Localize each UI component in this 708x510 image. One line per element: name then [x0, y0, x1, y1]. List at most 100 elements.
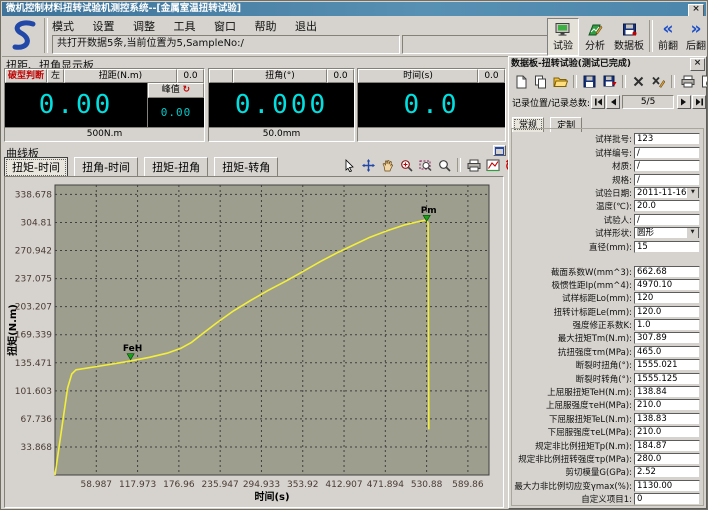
cursor-icon[interactable] [341, 157, 358, 173]
save-as-icon[interactable] [601, 74, 618, 90]
field-input[interactable]: 2.52 [634, 466, 700, 478]
menu-item-mode[interactable]: 模式 [52, 20, 74, 33]
menu-item-tools[interactable]: 工具 [174, 20, 196, 33]
menu-item-help[interactable]: 帮助 [255, 20, 277, 33]
field-value: 120 [637, 293, 699, 303]
print-icon[interactable] [465, 157, 482, 173]
field-input[interactable]: 1.0 [634, 319, 700, 331]
field-value: 2011-11-16 [637, 188, 686, 198]
toolbar-button-test[interactable]: 试验 [547, 18, 579, 56]
field-input[interactable]: 210.0 [634, 399, 700, 411]
field-input[interactable]: 123 [634, 133, 700, 145]
zoom-out-icon[interactable] [436, 157, 453, 173]
peak-header[interactable]: 峰值 ↻ [148, 83, 204, 98]
peak-value-display: 0.00 [148, 98, 204, 127]
tab-torque-angle[interactable]: 扭矩-扭角 [144, 157, 208, 178]
field-input[interactable]: 120 [634, 292, 700, 304]
field-input[interactable]: 1555.021 [634, 359, 700, 371]
field-input[interactable]: 20.0 [634, 200, 700, 212]
field-input[interactable]: 138.84 [634, 386, 700, 398]
print-preview-icon[interactable] [699, 74, 708, 90]
field-label: 试验日期: [512, 187, 634, 199]
toolbar-button-databoard[interactable]: 数据板 [608, 18, 650, 56]
field-label: 抗扭强度τm(MPa): [512, 346, 634, 358]
field-input[interactable]: 662.68 [634, 266, 700, 278]
field-input[interactable]: / [634, 160, 700, 172]
torque-display-panel: 破型判断 左 扭距(N.m) 0.0 0.00 峰值 ↻ 0.00 500N.m [4, 68, 205, 142]
field-input[interactable]: / [634, 214, 700, 226]
window-close-button[interactable]: × [688, 4, 704, 17]
left-direction-button[interactable]: 左 [47, 69, 64, 83]
field-value: 120.0 [637, 307, 699, 317]
open-folder-icon[interactable] [552, 74, 569, 90]
first-record-button[interactable] [591, 95, 605, 109]
field-input[interactable]: 280.0 [634, 453, 700, 465]
field-input[interactable]: / [634, 174, 700, 186]
chart-area[interactable]: 58.987117.973176.96235.947294.933353.924… [4, 176, 504, 508]
field-input[interactable]: 307.89 [634, 332, 700, 344]
field-input[interactable]: 120.0 [634, 306, 700, 318]
field-row: 试样形状:圆形▼ [512, 227, 703, 239]
field-input[interactable]: 1555.125 [634, 373, 700, 385]
menu-item-window[interactable]: 窗口 [214, 20, 236, 33]
toolbar-button-next-page[interactable]: » 后翻 [681, 18, 708, 56]
time-range-label [358, 127, 505, 141]
field-input[interactable]: 138.83 [634, 413, 700, 425]
tab-angle-time[interactable]: 扭角-时间 [74, 157, 138, 178]
prev-record-button[interactable] [606, 95, 620, 109]
field-value: / [637, 148, 699, 158]
toolbar-button-prev-page[interactable]: « 前翻 [653, 18, 683, 56]
dropdown-arrow-icon[interactable]: ▼ [686, 187, 699, 199]
field-label: 试样批号: [512, 133, 634, 145]
curve-style-icon[interactable] [484, 157, 501, 173]
field-input[interactable]: 0 [634, 493, 700, 505]
field-input[interactable]: 184.87 [634, 440, 700, 452]
data-panel-close-button[interactable]: × [690, 58, 705, 71]
field-label: 最大力非比例切应变γmax(%): [512, 480, 634, 492]
toolbar-button-analysis[interactable]: 分析 [579, 18, 611, 56]
double-chevron-right-icon: » [691, 22, 702, 36]
field-input[interactable]: 210.0 [634, 426, 700, 438]
field-input[interactable]: 1130.00 [634, 480, 700, 492]
next-record-button[interactable] [677, 95, 691, 109]
tab-torque-rotation[interactable]: 扭矩-转角 [214, 157, 278, 178]
field-row: 温度(℃):20.0 [512, 200, 703, 212]
field-value: / [637, 161, 699, 171]
data-board-panel: 数据板-扭转试验(测试已完成) × [508, 56, 707, 509]
zoom-in-icon[interactable] [398, 157, 415, 173]
menu-item-adjust[interactable]: 调整 [133, 20, 155, 33]
svg-text:294.933: 294.933 [243, 480, 280, 490]
new-icon[interactable] [512, 74, 529, 90]
field-input[interactable]: 4970.10 [634, 279, 700, 291]
field-input[interactable]: / [634, 147, 700, 159]
field-input[interactable]: 15 [634, 241, 700, 253]
menu-item-settings[interactable]: 设置 [93, 20, 115, 33]
panel-restore-button[interactable] [493, 145, 506, 156]
field-row: 规定非比例扭转强度τp(MPa):280.0 [512, 453, 703, 465]
dropdown-arrow-icon[interactable]: ▼ [686, 227, 699, 239]
pan-crosshair-icon[interactable] [360, 157, 377, 173]
field-input[interactable]: 465.0 [634, 346, 700, 358]
tab-torque-time[interactable]: 扭矩-时间 [4, 157, 68, 178]
menu-bar: 模式 设置 调整 工具 窗口 帮助 退出 [52, 18, 332, 32]
zoom-region-icon[interactable] [417, 157, 434, 173]
clear-icon[interactable] [650, 74, 667, 90]
copy-icon[interactable] [532, 74, 549, 90]
field-label: 下屈服强度τeL(MPa): [512, 426, 634, 438]
title-bar[interactable]: 微机控制材料扭转试验机测控系统--[金属室温扭转试验] × [2, 2, 706, 16]
break-detect-button[interactable]: 破型判断 [5, 69, 47, 83]
restore-icon [495, 147, 504, 155]
last-record-button[interactable] [692, 95, 706, 109]
field-input[interactable]: 2011-11-16▼ [634, 187, 700, 199]
menu-item-exit[interactable]: 退出 [295, 20, 317, 33]
record-navigator: 记录位置/记录总数: 5/5 [512, 94, 706, 110]
field-label: 试样标距Lo(mm): [512, 292, 634, 304]
delete-icon[interactable] [630, 74, 647, 90]
field-input[interactable]: 圆形▼ [634, 227, 700, 239]
hand-icon[interactable] [379, 157, 396, 173]
field-value: 4970.10 [637, 280, 699, 290]
save-icon[interactable] [581, 74, 598, 90]
peak-reset-icon[interactable]: ↻ [183, 85, 191, 95]
printer-icon[interactable] [679, 74, 696, 90]
field-label: 强度修正系数K: [512, 319, 634, 331]
